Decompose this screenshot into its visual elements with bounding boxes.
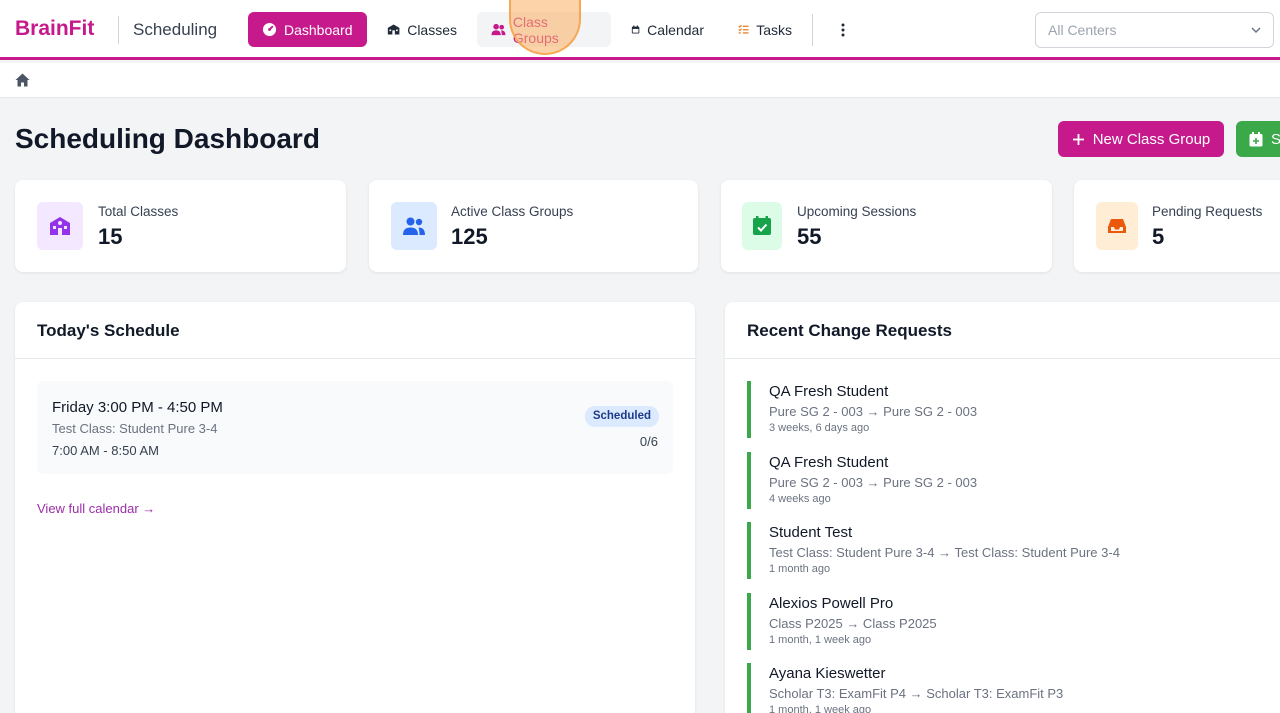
stat-label: Active Class Groups xyxy=(451,204,574,219)
schedule-class: Test Class: Student Pure 3-4 xyxy=(52,421,218,436)
page-title: Scheduling Dashboard xyxy=(15,123,320,154)
stat-icon-box xyxy=(391,202,437,250)
request-item[interactable]: QA Fresh Student Pure SG 2 - 003 → Pure … xyxy=(747,452,1267,509)
center-select[interactable]: All Centers xyxy=(1035,12,1274,48)
nav-tasks[interactable]: Tasks xyxy=(724,12,806,47)
status-badge: Scheduled xyxy=(584,406,659,427)
stat-card-total-classes: Total Classes 15 xyxy=(15,180,346,272)
request-time: 3 weeks, 6 days ago xyxy=(769,422,870,434)
request-student-name: Student Test xyxy=(769,524,853,541)
schedule-local-time: 7:00 AM - 8:50 AM xyxy=(52,443,159,458)
request-time: 1 month, 1 week ago xyxy=(769,704,872,713)
panel-title: Recent Change Requests xyxy=(725,302,1280,359)
panel-title: Today's Schedule xyxy=(15,302,695,359)
nav-calendar-label: Calendar xyxy=(647,21,704,38)
nav-class-groups-label: Class Groups xyxy=(512,13,559,46)
stat-icon-box xyxy=(37,202,83,250)
request-student-name: Ayana Kieswetter xyxy=(769,665,886,682)
request-student-name: QA Fresh Student xyxy=(769,454,889,471)
view-full-calendar-link[interactable]: View full calendar → xyxy=(37,501,155,516)
stat-card-upcoming-sessions: Upcoming Sessions 55 xyxy=(721,180,1052,272)
schedule-button[interactable]: S xyxy=(1236,121,1280,157)
brand-logo[interactable]: BrainFit xyxy=(15,17,94,41)
nav-divider xyxy=(812,14,813,46)
home-icon[interactable] xyxy=(14,72,31,88)
request-time: 1 month ago xyxy=(769,563,831,575)
section-title: Scheduling xyxy=(133,20,218,39)
request-change: Scholar T3: ExamFit P4 → Scholar T3: Exa… xyxy=(769,686,1064,701)
center-select-value: All Centers xyxy=(1048,22,1117,38)
recent-change-requests-panel: Recent Change Requests QA Fresh Student … xyxy=(725,302,1280,713)
calendar-check-icon xyxy=(753,216,771,235)
gauge-icon xyxy=(262,22,277,37)
stat-card-pending-requests: Pending Requests 5 xyxy=(1074,180,1280,272)
stat-label: Pending Requests xyxy=(1152,204,1263,219)
stat-value: 55 xyxy=(797,224,822,249)
nav-classes[interactable]: Classes xyxy=(373,12,471,47)
stat-label: Total Classes xyxy=(98,204,179,219)
schedule-button-label: S xyxy=(1271,130,1280,148)
nav-calendar[interactable]: Calendar xyxy=(617,12,718,47)
breadcrumb xyxy=(0,63,1280,98)
top-navbar: BrainFit Scheduling Dashboard Classes Cl… xyxy=(0,0,1280,60)
plus-icon xyxy=(1072,133,1084,145)
schedule-item[interactable]: Friday 3:00 PM - 4:50 PM Test Class: Stu… xyxy=(37,381,673,474)
nav-dashboard-label: Dashboard xyxy=(284,21,353,38)
request-student-name: QA Fresh Student xyxy=(769,383,889,400)
schedule-time: Friday 3:00 PM - 4:50 PM xyxy=(52,399,223,416)
request-time: 4 weeks ago xyxy=(769,493,831,505)
nav-classes-label: Classes xyxy=(407,21,457,38)
inbox-icon xyxy=(1108,219,1126,233)
request-student-name: Alexios Powell Pro xyxy=(769,595,894,612)
school-icon xyxy=(50,217,70,235)
vertical-dots-icon xyxy=(841,23,845,37)
request-item[interactable]: Ayana Kieswetter Scholar T3: ExamFit P4 … xyxy=(747,663,1267,713)
school-icon xyxy=(387,24,400,35)
request-item[interactable]: Alexios Powell Pro Class P2025 → Class P… xyxy=(747,593,1267,650)
stat-icon-box xyxy=(742,202,782,250)
brand-divider xyxy=(118,16,119,44)
stat-icon-box xyxy=(1096,202,1138,250)
request-item[interactable]: Student Test Test Class: Student Pure 3-… xyxy=(747,522,1267,579)
enrollment-count: 0/6 xyxy=(639,434,658,449)
chevron-down-icon xyxy=(1251,27,1261,34)
request-change: Pure SG 2 - 003 → Pure SG 2 - 003 xyxy=(769,404,978,419)
new-class-group-label: New Class Group xyxy=(1092,130,1211,148)
stat-card-active-class-groups: Active Class Groups 125 xyxy=(369,180,698,272)
nav-class-groups[interactable]: Class Groups xyxy=(477,12,611,47)
request-change: Class P2025 → Class P2025 xyxy=(769,616,937,631)
new-class-group-button[interactable]: New Class Group xyxy=(1058,121,1224,157)
request-item[interactable]: QA Fresh Student Pure SG 2 - 003 → Pure … xyxy=(747,381,1267,438)
stat-value: 125 xyxy=(451,224,488,249)
request-change: Pure SG 2 - 003 → Pure SG 2 - 003 xyxy=(769,475,978,490)
users-icon xyxy=(491,23,506,36)
stat-label: Upcoming Sessions xyxy=(797,204,917,219)
more-menu-button[interactable] xyxy=(832,18,854,42)
nav-tasks-label: Tasks xyxy=(756,21,792,38)
request-change: Test Class: Student Pure 3-4 → Test Clas… xyxy=(769,545,1120,560)
users-icon xyxy=(403,217,425,235)
calendar-plus-icon xyxy=(1249,131,1263,146)
stat-value: 15 xyxy=(98,224,123,249)
todays-schedule-panel: Today's Schedule Friday 3:00 PM - 4:50 P… xyxy=(15,302,695,713)
calendar-icon xyxy=(631,25,640,34)
task-list-icon xyxy=(738,24,749,34)
nav-dashboard[interactable]: Dashboard xyxy=(248,12,367,47)
stat-value: 5 xyxy=(1152,224,1165,249)
request-time: 1 month, 1 week ago xyxy=(769,634,872,646)
